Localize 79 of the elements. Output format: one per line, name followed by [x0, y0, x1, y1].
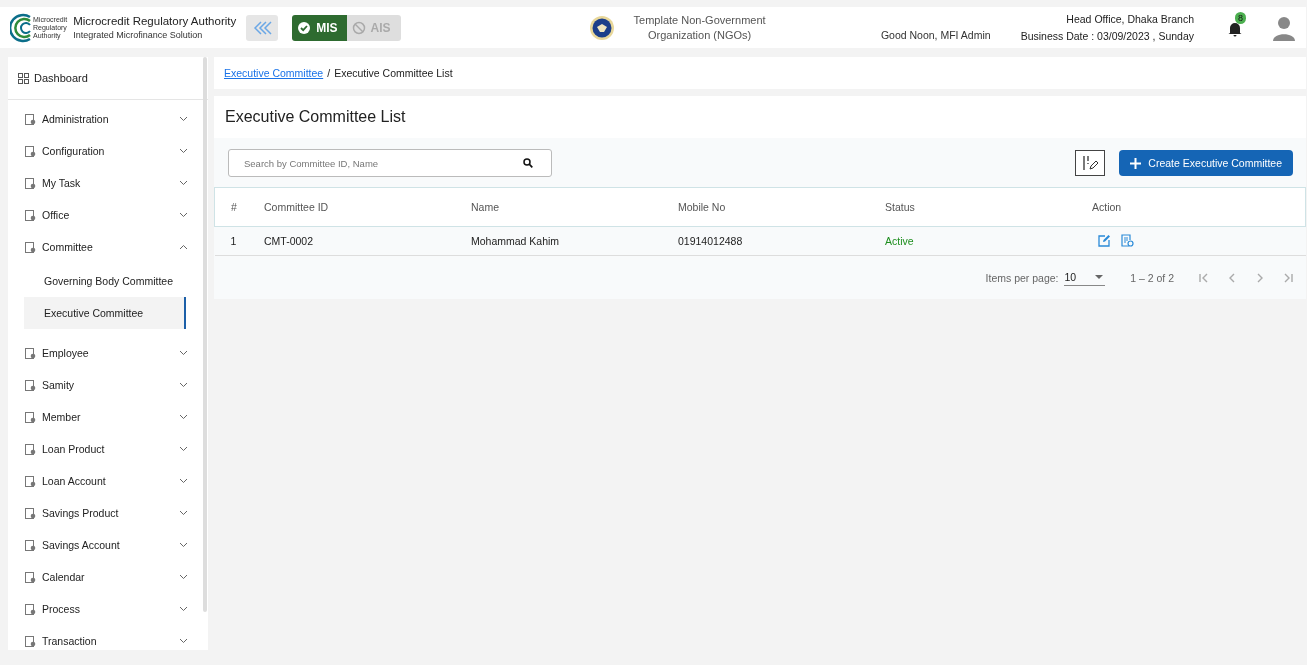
sidebar-item[interactable]: Savings Account: [8, 529, 208, 561]
branch-name: Head Office, Dhaka Branch: [1066, 13, 1194, 25]
dropdown-arrow-icon: [1095, 275, 1104, 279]
search-field[interactable]: Search by Committee ID, Name: [228, 149, 552, 177]
sidebar-item[interactable]: Calendar: [8, 561, 208, 593]
document-icon: [25, 241, 36, 253]
document-icon: [25, 177, 36, 189]
sidebar-item[interactable]: Member: [8, 401, 208, 433]
sidebar-item[interactable]: Employee: [8, 337, 208, 369]
sidebar-item[interactable]: My Task: [8, 167, 208, 199]
page-range: 1 – 2 of 2: [1130, 271, 1174, 284]
status-text: Active: [875, 226, 1082, 256]
sidebar-item[interactable]: Administration: [8, 103, 208, 135]
column-header: Committee ID: [254, 187, 461, 227]
collapse-sidebar-button[interactable]: [246, 14, 279, 41]
app-title: Microcredit Regulatory Authority: [73, 15, 237, 27]
column-header: Mobile No: [668, 187, 875, 227]
bell-icon: [1228, 21, 1242, 37]
document-icon: [25, 443, 36, 455]
document-icon: [25, 209, 36, 221]
blocked-icon: [351, 20, 366, 35]
table-cell: CMT-0002: [254, 226, 461, 256]
table-cell: Mohammad Kahim: [461, 226, 668, 256]
notification-badge: 8: [1235, 12, 1246, 24]
column-header: #: [214, 187, 254, 227]
business-date: Business Date : 03/09/2023 , Sunday: [1020, 30, 1194, 42]
sidebar-item[interactable]: Savings Product: [8, 497, 208, 529]
breadcrumb-current: Executive Committee List: [334, 67, 453, 79]
column-header: Name: [461, 187, 668, 227]
page-title: Executive Committee List: [214, 96, 1306, 138]
user-avatar-icon[interactable]: [1272, 14, 1296, 41]
page-size-select[interactable]: 10: [1063, 269, 1106, 286]
sidebar-item[interactable]: Configuration: [8, 135, 208, 167]
sidebar-item[interactable]: Office: [8, 199, 208, 231]
grid-icon: [18, 72, 29, 84]
document-icon: [25, 113, 36, 125]
edit-icon[interactable]: [1098, 233, 1111, 247]
document-icon: [25, 571, 36, 583]
document-icon: [25, 145, 36, 157]
sidebar-item[interactable]: Committee: [8, 231, 208, 263]
sidebar-item[interactable]: Loan Product: [8, 433, 208, 465]
sidebar-subitem[interactable]: Governing Body Committee: [24, 265, 186, 297]
logo-icon: [10, 12, 32, 43]
first-page-icon[interactable]: [1198, 271, 1210, 284]
document-icon: [25, 411, 36, 423]
seal-icon: [588, 14, 615, 41]
sidebar-item[interactable]: Samity: [8, 369, 208, 401]
breadcrumb-link[interactable]: Executive Committee: [224, 67, 324, 79]
view-details-icon[interactable]: [1121, 233, 1134, 247]
plus-icon: [1130, 157, 1142, 169]
column-edit-button[interactable]: [1075, 150, 1106, 176]
sidebar-subitem[interactable]: Executive Committee: [24, 297, 186, 329]
mode-toggle[interactable]: MIS: [292, 14, 347, 41]
search-icon: [523, 158, 533, 168]
check-circle-icon: [297, 20, 312, 35]
column-edit-icon: [1081, 154, 1100, 172]
items-per-page-label: Items per page:: [985, 271, 1059, 284]
document-icon: [25, 539, 36, 551]
app-subtitle: Integrated Microfinance Solution: [73, 30, 204, 40]
table-cell: 01914012488: [668, 226, 875, 256]
sidebar-item[interactable]: Transaction: [8, 625, 208, 650]
notification-button[interactable]: 8: [1228, 12, 1250, 40]
double-chevron-left-icon: [252, 19, 273, 36]
column-header: Action: [1082, 187, 1306, 227]
document-icon: [25, 347, 36, 359]
column-header: Status: [875, 187, 1082, 227]
document-icon: [25, 475, 36, 487]
table-cell: 1: [214, 226, 254, 256]
create-executive-committee-button[interactable]: Create Executive Committee: [1119, 150, 1293, 176]
last-page-icon[interactable]: [1282, 271, 1294, 284]
greeting-text: Good Noon, MFI Admin: [880, 28, 991, 41]
breadcrumb-separator: /: [327, 67, 331, 79]
document-icon: [25, 379, 36, 391]
organization-name: Template Non-Government Organization (NGOs): [632, 12, 767, 43]
sidebar-item[interactable]: Loan Account: [8, 465, 208, 497]
document-icon: [25, 635, 36, 647]
document-icon: [25, 603, 36, 615]
sidebar-item[interactable]: Process: [8, 593, 208, 625]
document-icon: [25, 507, 36, 519]
